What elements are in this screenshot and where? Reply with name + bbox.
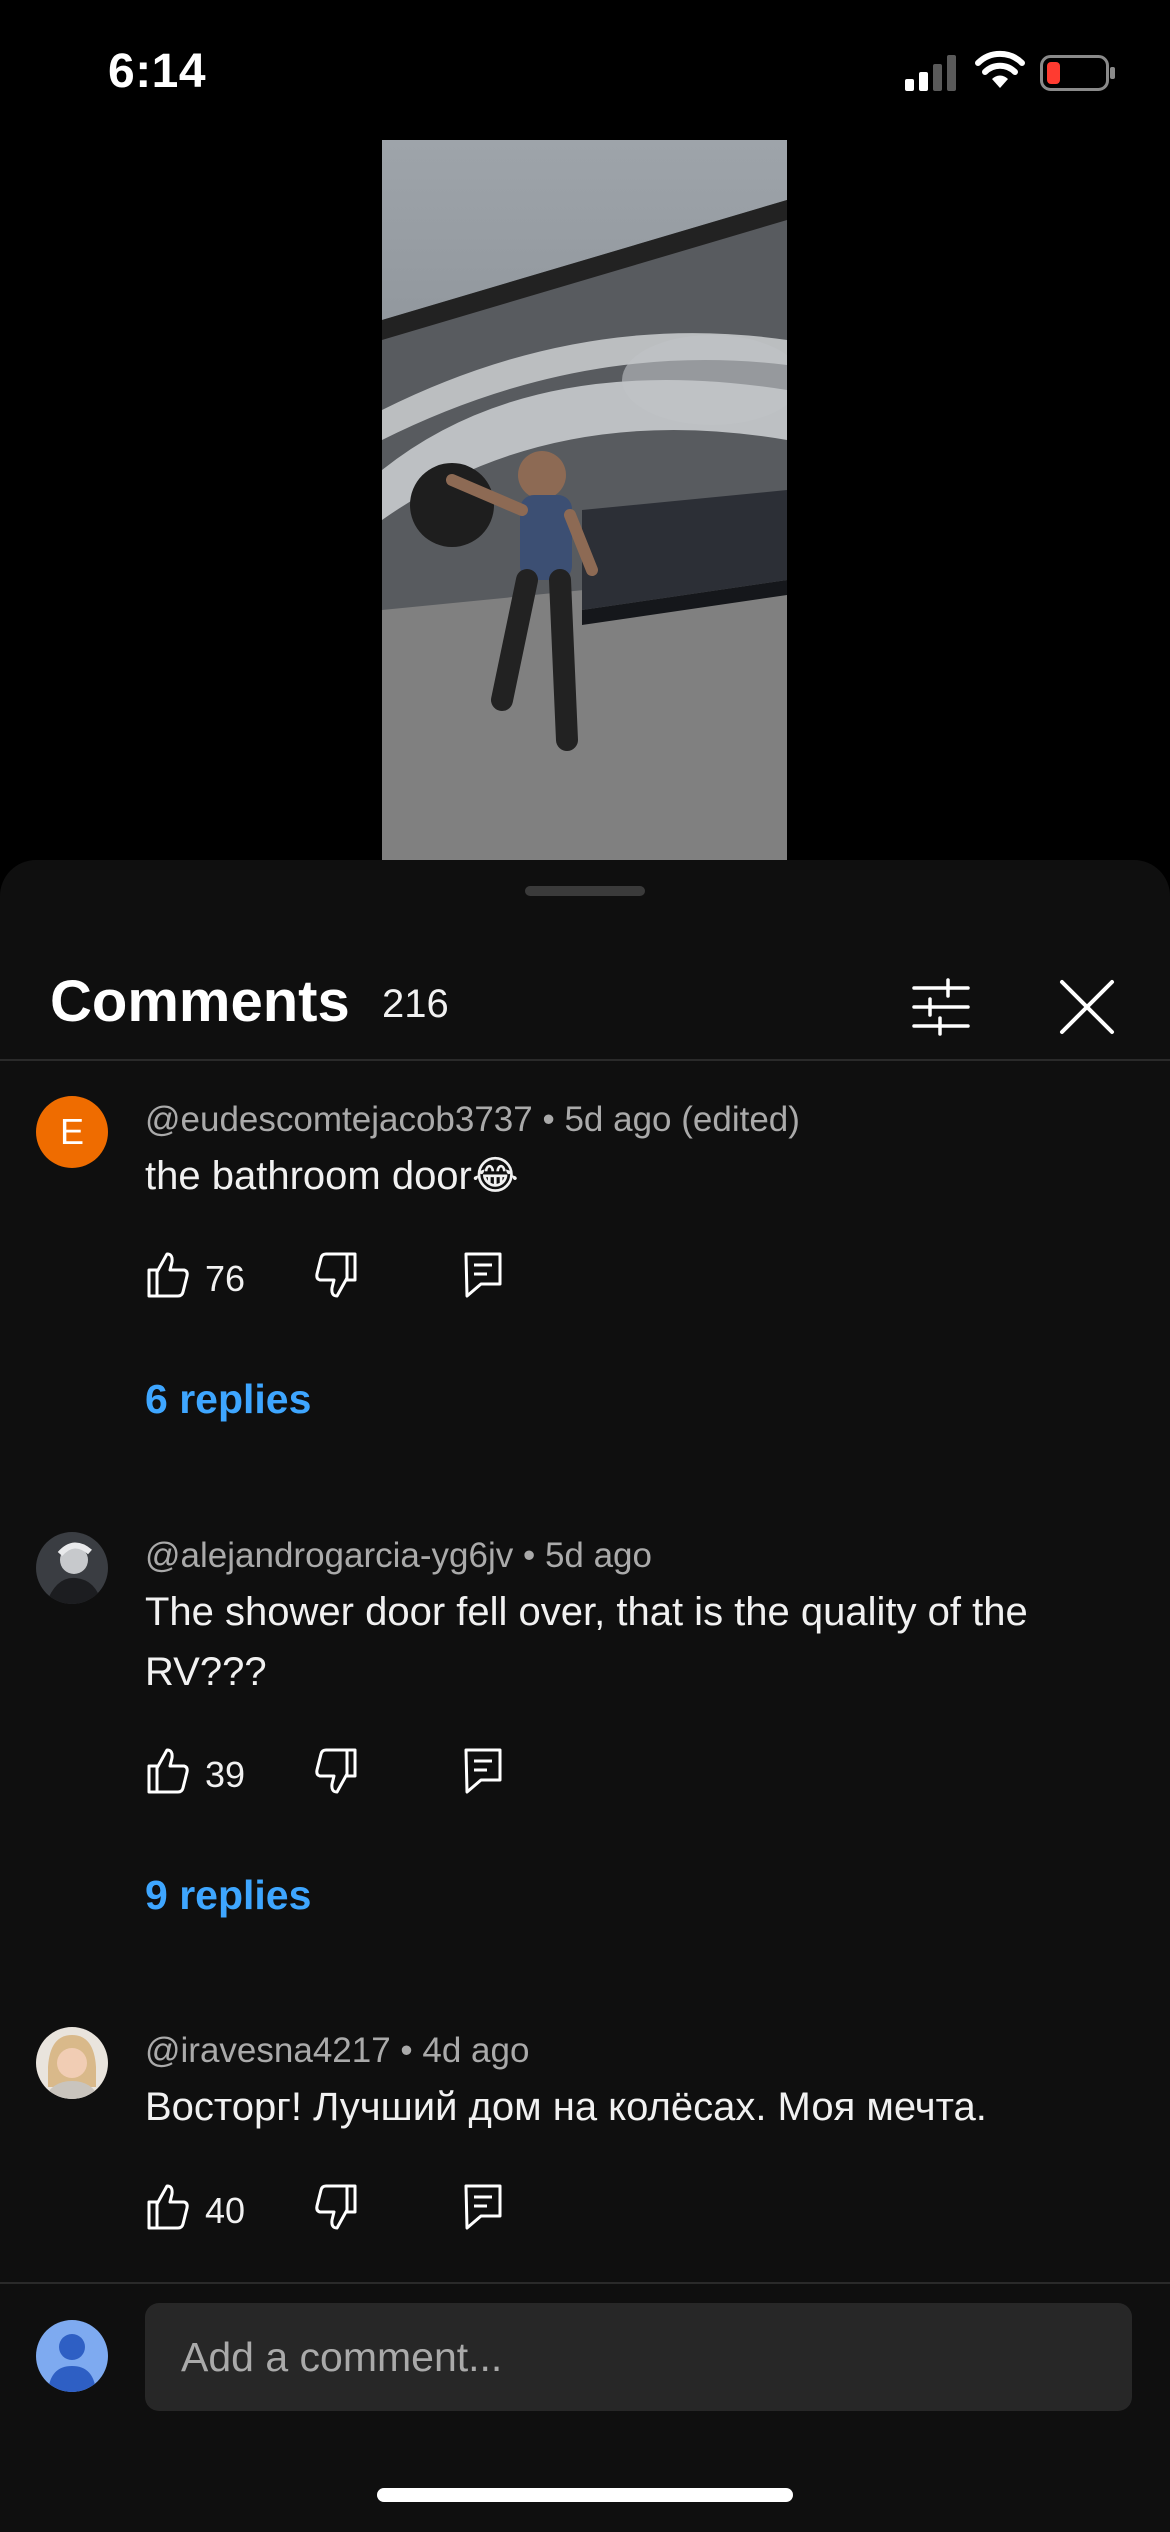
meta-separator: •	[542, 1100, 565, 1139]
like-count: 76	[205, 1258, 246, 1299]
like-icon[interactable]	[145, 2182, 191, 2232]
sliders-icon	[912, 978, 970, 1036]
avatar-letter: E	[59, 1111, 84, 1152]
add-comment-input[interactable]: Add a comment...	[145, 2303, 1132, 2411]
reply-icon[interactable]	[463, 1250, 503, 1300]
comment-meta: @alejandrogarcia-yg6jv • 5d ago	[145, 1536, 652, 1576]
comments-title: Comments	[50, 969, 350, 1034]
status-time: 6:14	[108, 45, 207, 98]
comment-meta: @eudescomtejacob3737 • 5d ago (edited)	[145, 1100, 800, 1140]
wifi-icon	[975, 50, 1025, 88]
like-count: 39	[205, 1754, 246, 1795]
comments-count: 216	[382, 982, 449, 1026]
drag-handle[interactable]	[525, 886, 645, 896]
avatar[interactable]	[36, 2027, 108, 2099]
avatar-photo	[36, 1532, 108, 1604]
user-icon	[36, 2320, 108, 2392]
dislike-icon[interactable]	[313, 1746, 359, 1796]
comment-time: 5d ago	[544, 1536, 652, 1575]
avatar-photo	[36, 2027, 108, 2099]
comment-author[interactable]: @iravesna4217	[145, 2031, 391, 2070]
comment-actions: 40	[145, 2182, 645, 2242]
dislike-icon[interactable]	[313, 1250, 359, 1300]
comments-header: Comments 216	[0, 940, 1170, 1040]
comment-author[interactable]: @alejandrogarcia-yg6jv	[145, 1536, 513, 1575]
comment-meta: @iravesna4217 • 4d ago	[145, 2031, 529, 2071]
comment-actions: 39	[145, 1746, 645, 1806]
filter-button[interactable]	[908, 974, 974, 1040]
close-icon	[1060, 980, 1114, 1034]
meta-separator: •	[400, 2031, 423, 2070]
comment-actions: 76	[145, 1250, 645, 1310]
view-replies-button[interactable]: 9 replies	[145, 1872, 311, 1919]
comment-time: 4d ago	[422, 2031, 530, 2070]
reply-icon[interactable]	[463, 2182, 503, 2232]
dislike-icon[interactable]	[313, 2182, 359, 2232]
meta-separator: •	[522, 1536, 545, 1575]
view-replies-button[interactable]: 6 replies	[145, 1376, 311, 1423]
battery-icon	[1040, 55, 1115, 91]
video-frame-image	[382, 140, 787, 860]
status-bar: 6:14	[0, 0, 1170, 140]
cellular-signal-icon	[905, 55, 956, 91]
comment-text: Восторг! Лучший дом на колёсах. Моя мечт…	[145, 2085, 987, 2129]
avatar[interactable]: E	[36, 1096, 108, 1168]
video-player[interactable]	[382, 140, 787, 860]
header-divider	[0, 1059, 1170, 1061]
comment-text: The shower door fell over, that is the q…	[145, 1590, 1028, 1694]
avatar[interactable]	[36, 1532, 108, 1604]
home-indicator[interactable]	[377, 2488, 793, 2502]
reply-icon[interactable]	[463, 1746, 503, 1796]
current-user-avatar[interactable]	[36, 2320, 108, 2392]
comment-text: the bathroom door😂	[145, 1154, 519, 1198]
like-count: 40	[205, 2190, 246, 2231]
close-button[interactable]	[1054, 974, 1120, 1040]
like-icon[interactable]	[145, 1746, 191, 1796]
like-icon[interactable]	[145, 1250, 191, 1300]
comment-author[interactable]: @eudescomtejacob3737	[145, 1100, 533, 1139]
composer-divider	[0, 2282, 1170, 2284]
comment-time: 5d ago (edited)	[564, 1100, 800, 1139]
